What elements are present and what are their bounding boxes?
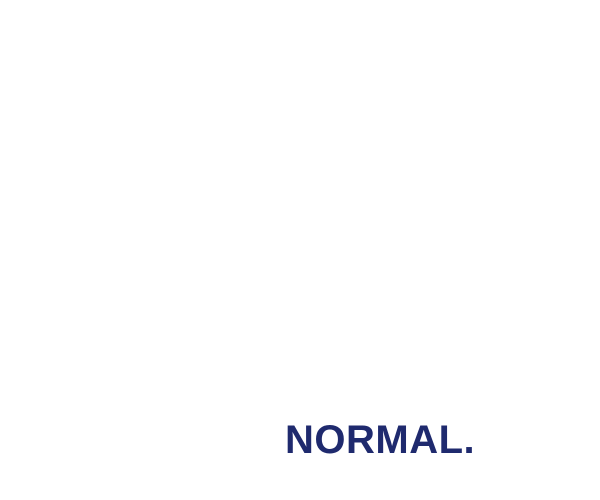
page-canvas: NORMAL. [0,0,600,500]
wordmark-text: NORMAL. [285,418,476,462]
